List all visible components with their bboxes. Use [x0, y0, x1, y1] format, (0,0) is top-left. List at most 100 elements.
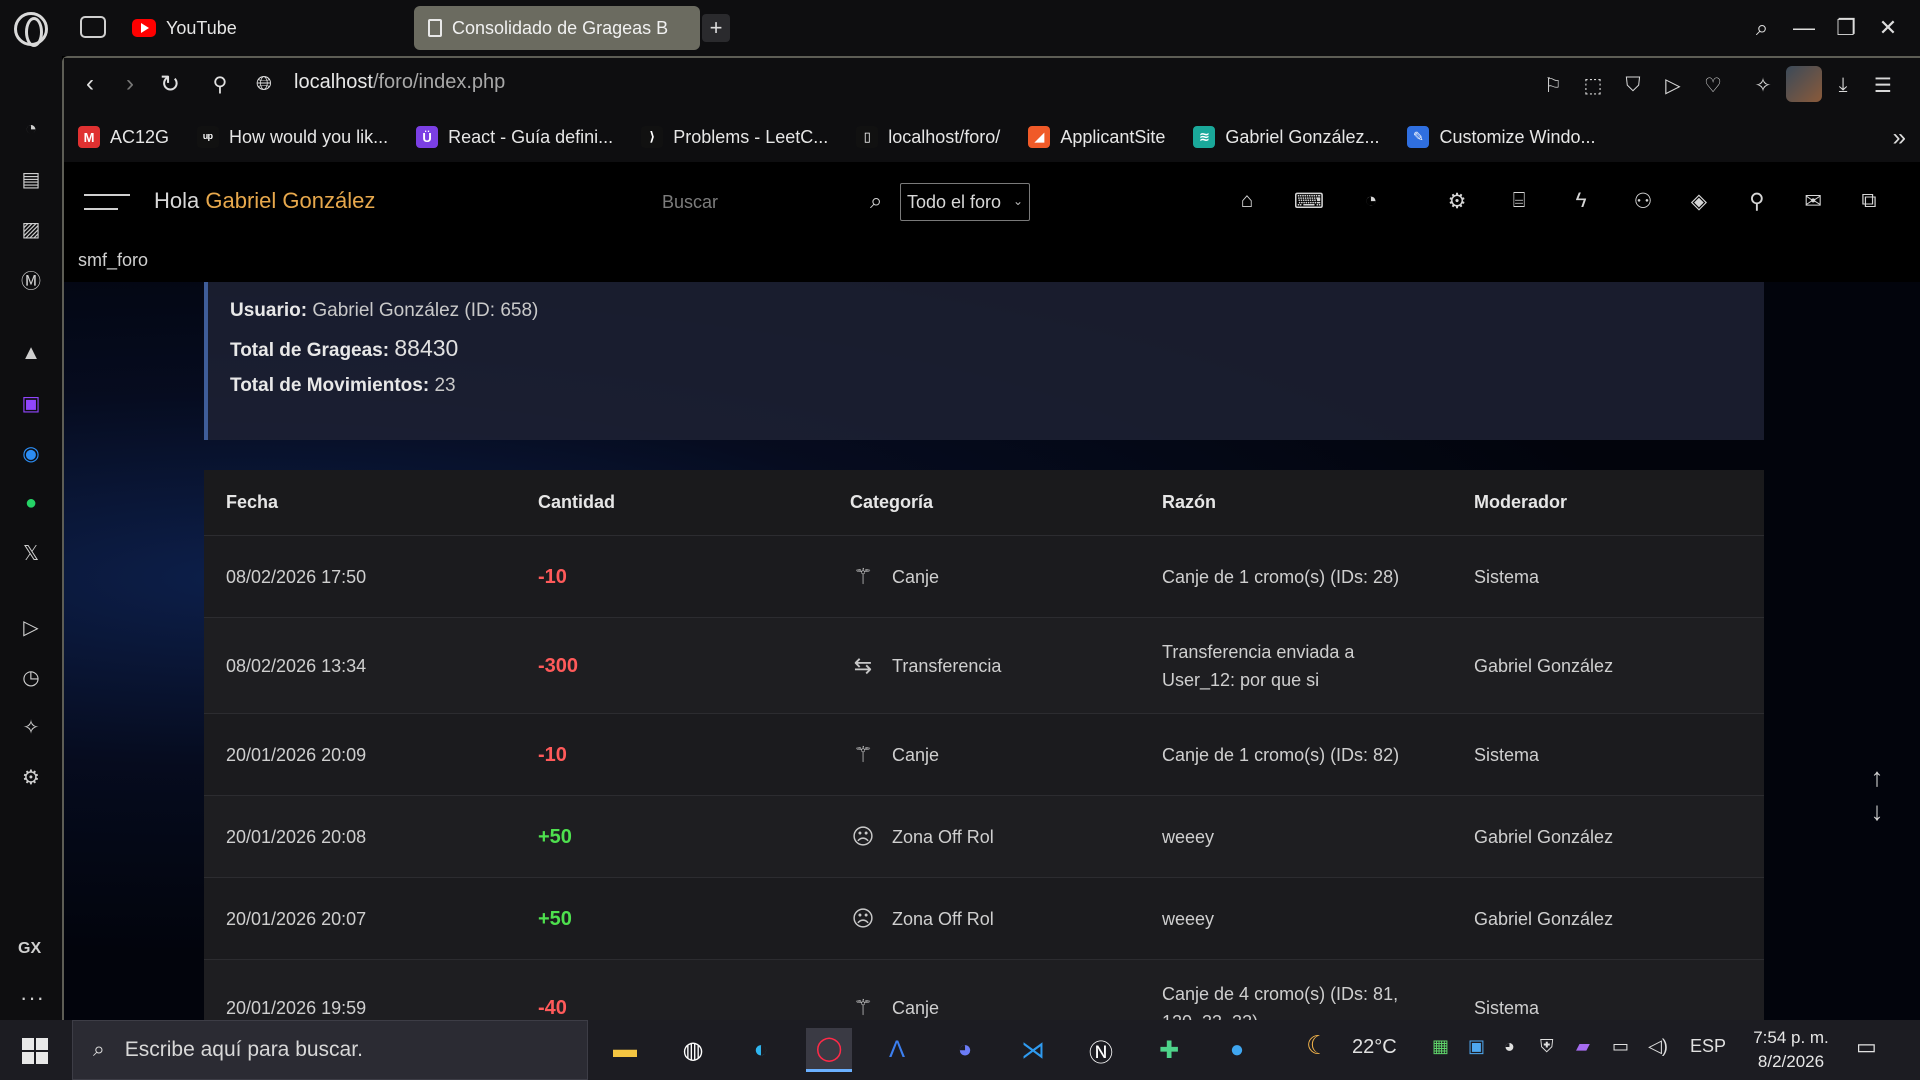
shield-icon[interactable]: ⛉: [1618, 70, 1648, 100]
tray-discord-icon[interactable]: ◕: [1504, 1036, 1515, 1057]
notifications-icon[interactable]: ▭: [1856, 1034, 1877, 1060]
network-icon[interactable]: ▭: [1612, 1036, 1629, 1057]
scroll-up-arrow-icon[interactable]: ↑: [1862, 762, 1892, 792]
m-app-icon[interactable]: Ⓜ: [16, 264, 46, 294]
robot-icon[interactable]: ⚙: [1442, 186, 1472, 216]
bookmark-item[interactable]: ⟩ Problems - LeetC...: [641, 126, 828, 148]
new-tab-button[interactable]: +: [702, 14, 730, 42]
limiter-icon[interactable]: ▨: [16, 214, 46, 244]
profile-avatar[interactable]: [1786, 66, 1822, 102]
close-window-button[interactable]: ✕: [1870, 10, 1906, 46]
taskbar-search-input[interactable]: ⌕ Escribe aquí para buscar.: [72, 1020, 588, 1080]
cell-categoria: ☹ Zona Off Rol: [828, 905, 1140, 933]
history-icon[interactable]: ◷: [16, 662, 46, 692]
restore-button[interactable]: ❐: [1828, 10, 1864, 46]
start-windows-icon[interactable]: [22, 1038, 48, 1064]
bookmark-item[interactable]: Ü React - Guía defini...: [416, 126, 613, 148]
extensions-puzzle-icon[interactable]: ✧: [1748, 70, 1778, 100]
search-icon[interactable]: ⌕: [870, 188, 896, 214]
messenger-icon[interactable]: ◉: [16, 438, 46, 468]
gx-label[interactable]: GX: [18, 940, 41, 958]
store-icon[interactable]: ⌸: [1504, 186, 1534, 216]
bookmark-icon: ✎: [1407, 126, 1430, 148]
bookmark-item[interactable]: ◢ ApplicantSite: [1028, 126, 1165, 148]
bookmark-label: React - Guía defini...: [448, 126, 614, 147]
minimize-button[interactable]: —: [1786, 10, 1822, 46]
greeting-user-name[interactable]: Gabriel González: [205, 188, 375, 213]
site-settings-icon[interactable]: ⚲: [204, 68, 236, 100]
mail-icon[interactable]: ✉: [1798, 186, 1828, 216]
system-clock[interactable]: 7:54 p. m. 8/2/2026: [1748, 1026, 1834, 1074]
bookmark-item[interactable]: ▯ localhost/foro/: [856, 126, 1000, 148]
notion-icon[interactable]: Ⓝ: [1078, 1028, 1124, 1072]
breadcrumb[interactable]: smf_foro: [78, 250, 148, 271]
flow-send-icon[interactable]: ▷: [1658, 70, 1688, 100]
menu-icon[interactable]: ☰: [1868, 70, 1898, 100]
volume-icon[interactable]: ◁): [1648, 1036, 1668, 1057]
tray-security-icon[interactable]: ⛨: [1540, 1036, 1554, 1057]
bookmark-item[interactable]: ᵘᵖ How would you lik...: [197, 126, 388, 148]
opera-gx-icon[interactable]: ◯: [806, 1028, 852, 1072]
gx-corner-icon[interactable]: ▤: [16, 164, 46, 194]
header-moderador: Moderador: [1474, 492, 1568, 512]
app-grid-icon[interactable]: ✚: [1146, 1028, 1192, 1072]
bookmark-icon: ᵘᵖ: [197, 126, 220, 148]
gamepad-nav-icon[interactable]: ⌨: [1294, 186, 1324, 216]
tray-app-icon[interactable]: ▦: [1432, 1036, 1449, 1057]
language-indicator[interactable]: ESP: [1690, 1036, 1726, 1057]
tab-youtube[interactable]: YouTube: [132, 14, 237, 42]
twitch-icon[interactable]: ▣: [16, 388, 46, 418]
more-icon[interactable]: ···: [20, 985, 45, 1011]
layers-icon[interactable]: ◈: [1684, 186, 1714, 216]
forward-button[interactable]: ›: [114, 68, 146, 100]
arc-app-icon[interactable]: Λ: [874, 1028, 920, 1072]
share-icon[interactable]: ⧉: [1854, 186, 1884, 216]
x-twitter-icon[interactable]: 𝕏: [16, 538, 46, 568]
hamburger-menu-icon[interactable]: [84, 192, 130, 212]
file-explorer-icon[interactable]: ▬: [602, 1028, 648, 1072]
aria-icon[interactable]: ▲: [16, 338, 46, 368]
tab-consolidado[interactable]: Consolidado de Grageas B: [414, 6, 700, 50]
back-button[interactable]: ‹: [74, 68, 106, 100]
app-bird-icon[interactable]: ●: [1214, 1028, 1260, 1072]
lightning-icon[interactable]: ϟ: [1566, 186, 1596, 216]
download-icon[interactable]: ⤓: [1828, 70, 1858, 100]
pin-icon[interactable]: ⚐: [1538, 70, 1568, 100]
discord-icon[interactable]: ◕: [942, 1028, 988, 1072]
scroll-down-arrow-icon[interactable]: ↓: [1862, 796, 1892, 826]
bookmark-item[interactable]: ✎ Customize Windo...: [1407, 126, 1596, 148]
whatsapp-icon[interactable]: ●: [16, 488, 46, 518]
url-host: localhost: [294, 71, 373, 93]
users-icon[interactable]: ⚇: [1628, 186, 1658, 216]
search-tabs-icon[interactable]: ⌕: [1744, 10, 1780, 46]
user-icon[interactable]: ⚲: [1742, 186, 1772, 216]
reload-button[interactable]: ↻: [154, 68, 186, 100]
settings-gear-icon[interactable]: ⚙: [16, 762, 46, 792]
bookmark-item[interactable]: M AC12G: [78, 126, 169, 148]
cell-categoria: ⚚ Canje: [828, 741, 1140, 769]
clock-time: 7:54 p. m.: [1753, 1028, 1829, 1047]
gamepad-icon[interactable]: [80, 16, 106, 38]
bookmarks-overflow-icon[interactable]: »: [1893, 124, 1906, 152]
opera-logo-icon[interactable]: [14, 12, 48, 47]
temperature[interactable]: 22°C: [1352, 1036, 1397, 1059]
tray-wm-icon[interactable]: ▰: [1576, 1036, 1590, 1057]
globe-icon[interactable]: 🌐︎: [248, 68, 280, 100]
search-input[interactable]: Buscar: [662, 192, 718, 213]
vscode-icon[interactable]: ⋊: [1010, 1028, 1056, 1072]
heart-icon[interactable]: ♡: [1698, 70, 1728, 100]
home-icon[interactable]: ⌂: [1232, 186, 1262, 216]
player-icon[interactable]: ▷: [16, 612, 46, 642]
weather-moon-icon[interactable]: ☾: [1306, 1030, 1329, 1061]
bookmark-item[interactable]: ≋ Gabriel González...: [1193, 126, 1379, 148]
tray-cloud-icon[interactable]: ▣: [1468, 1036, 1485, 1057]
steam-icon[interactable]: ◍: [670, 1028, 716, 1072]
extensions-icon[interactable]: ✧: [16, 712, 46, 742]
table-row: 20/01/2026 20:09 -10 ⚚ Canje Canje de 1 crom…: [204, 714, 1764, 796]
edge-icon[interactable]: ◐: [738, 1028, 784, 1072]
search-scope-select[interactable]: Todo el foro ⌄: [900, 183, 1030, 221]
chart-pie-icon[interactable]: ◔: [1356, 186, 1386, 216]
url-field[interactable]: localhost/foro/index.php: [294, 71, 505, 94]
snapshot-icon[interactable]: ⬚: [1578, 70, 1608, 100]
speed-dial-icon[interactable]: ◔: [16, 114, 46, 144]
